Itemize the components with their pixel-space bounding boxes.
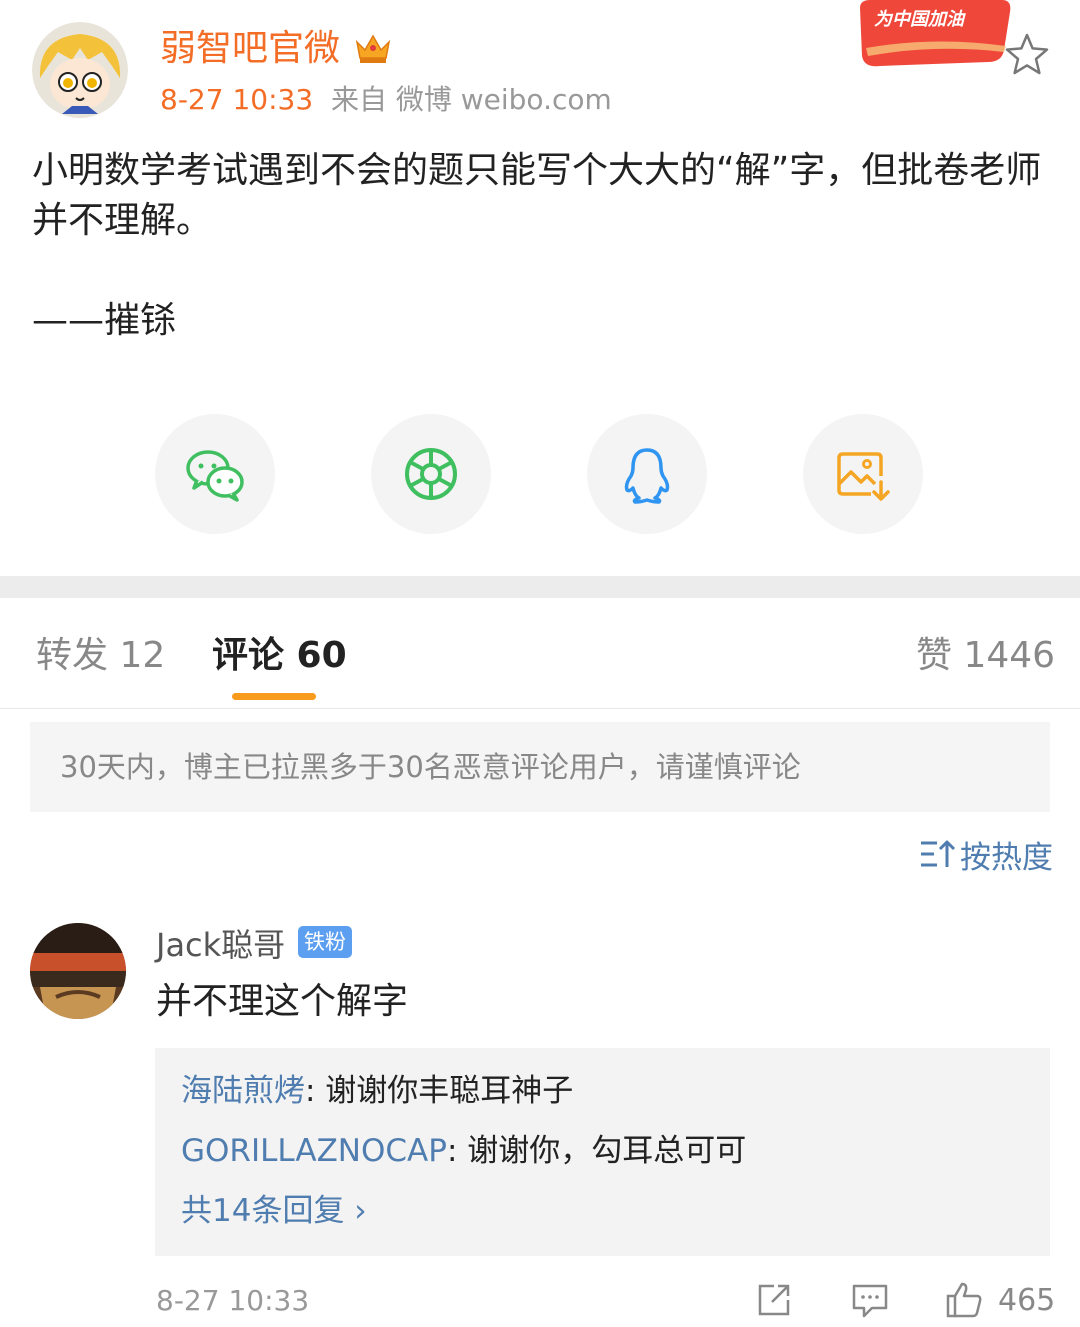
- promo-text: 为中国加油: [874, 9, 964, 30]
- author-avatar[interactable]: [32, 22, 128, 118]
- crown-icon: [355, 34, 391, 63]
- more-replies-link[interactable]: 共14条回复 ›: [181, 1190, 367, 1232]
- share-moments-button[interactable]: [371, 414, 491, 534]
- reply-text: : 谢谢你丰聪耳神子: [305, 1073, 574, 1109]
- tab-repost[interactable]: 转发 12: [36, 630, 165, 682]
- share-wechat-button[interactable]: [155, 414, 275, 534]
- fan-badge: 铁粉: [298, 926, 352, 958]
- post-header: 弱智吧官微 8-27 10:33 来自 微博 weibo.com 为中国加油: [0, 0, 1080, 130]
- qq-icon: [624, 448, 670, 504]
- reply-comment-icon[interactable]: [850, 1280, 890, 1320]
- share-qq-button[interactable]: [587, 414, 707, 534]
- like-count: 465: [998, 1283, 1056, 1318]
- post-signature: ——摧铩: [32, 300, 177, 341]
- reply-item[interactable]: GORILLAZNOCAP: 谢谢你，勾耳总可可: [181, 1130, 746, 1172]
- section-divider: [0, 576, 1080, 598]
- moments-icon: [405, 448, 457, 500]
- tab-likes[interactable]: 赞 1446: [916, 630, 1055, 682]
- commenter-avatar-image: [30, 923, 126, 1019]
- commenter-avatar[interactable]: [30, 923, 126, 1019]
- reply-user[interactable]: 海陆煎烤: [181, 1073, 305, 1109]
- save-image-button[interactable]: [803, 414, 923, 534]
- sort-by-hot-button[interactable]: 按热度: [918, 834, 1053, 876]
- favorite-star-icon[interactable]: [1004, 32, 1050, 76]
- comment-time: 8-27 10:33: [156, 1284, 310, 1317]
- reply-text: : 谢谢你，勾耳总可可: [446, 1133, 747, 1169]
- post-text: 小明数学考试遇到不会的题只能写个大大的“解”字，但批卷老师并不理解。: [32, 150, 1042, 241]
- share-comment-icon[interactable]: [754, 1280, 794, 1320]
- post-source: 来自 微博 weibo.com: [330, 83, 612, 116]
- avatar-image: [32, 22, 128, 118]
- promo-badge: 为中国加油: [856, 0, 1012, 74]
- author-name[interactable]: 弱智吧官微: [160, 26, 340, 72]
- wechat-icon: [186, 450, 244, 502]
- post-time: 8-27 10:33: [160, 83, 314, 116]
- post-meta: 8-27 10:33 来自 微博 weibo.com: [160, 82, 612, 118]
- save-image-icon: [837, 452, 890, 501]
- comment-notice: 30天内，博主已拉黑多于30名恶意评论用户，请谨慎评论: [30, 722, 1050, 812]
- reply-user[interactable]: GORILLAZNOCAP: [181, 1133, 447, 1169]
- like-thumb-icon[interactable]: [944, 1280, 984, 1320]
- comment-text: 并不理这个解字: [156, 981, 409, 1022]
- notice-text: 30天内，博主已拉黑多于30名恶意评论用户，请谨慎评论: [60, 750, 801, 784]
- tab-comments[interactable]: 评论 60: [212, 630, 347, 682]
- replies-box[interactable]: 海陆煎烤: 谢谢你丰聪耳神子 GORILLAZNOCAP: 谢谢你，勾耳总可可 …: [155, 1048, 1050, 1256]
- sort-label: 按热度: [960, 839, 1053, 876]
- active-tab-indicator: [232, 693, 316, 700]
- commenter-name[interactable]: Jack聪哥: [156, 924, 285, 966]
- sort-icon: [921, 840, 956, 867]
- reply-item[interactable]: 海陆煎烤: 谢谢你丰聪耳神子: [181, 1070, 573, 1112]
- tabs-divider: [0, 708, 1080, 709]
